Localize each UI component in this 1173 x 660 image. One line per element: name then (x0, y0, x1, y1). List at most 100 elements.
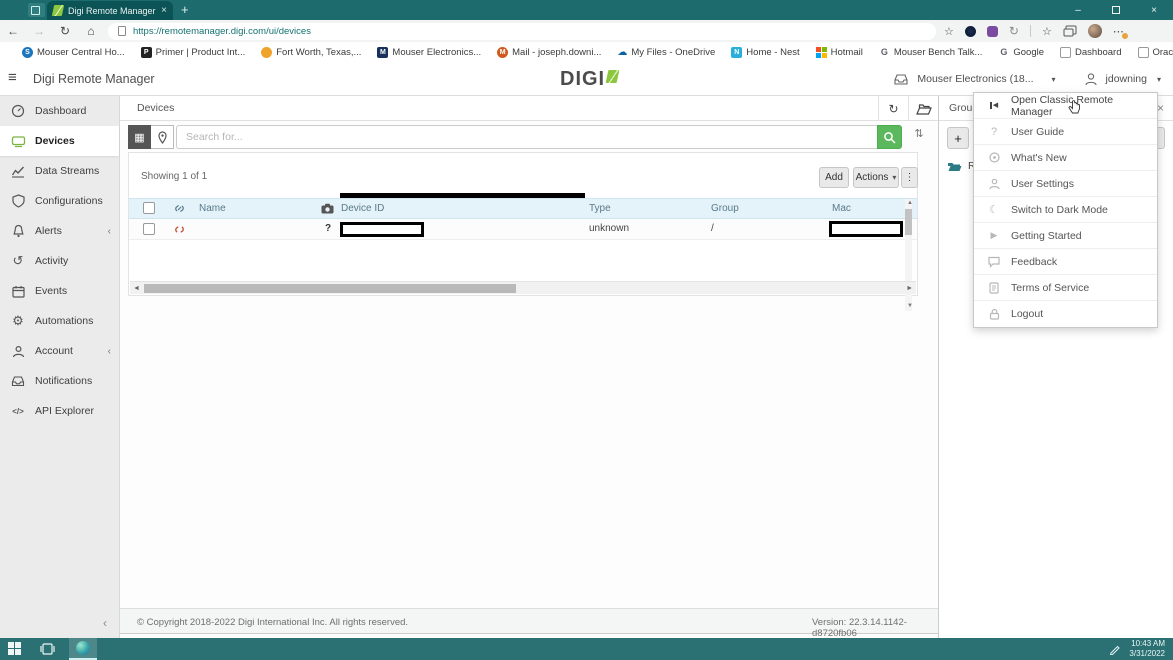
sidebar-item-configurations[interactable]: Configurations (0, 186, 119, 216)
header-right: Mouser Electronics (18...▾ jdowning▾ (893, 62, 1161, 96)
search-input[interactable] (176, 125, 877, 149)
more-options-button[interactable]: ⋮ (901, 167, 918, 188)
bookmark-item[interactable]: MMail - joseph.downi... (497, 47, 601, 58)
scroll-right-icon[interactable]: ► (906, 285, 913, 292)
taskbar-clock[interactable]: 10:43 AM 3/31/2022 (1129, 639, 1165, 659)
bookmark-item[interactable]: Hotmail (816, 47, 863, 58)
new-tab-button[interactable]: + (181, 2, 189, 17)
sidebar-item-data-streams[interactable]: Data Streams (0, 156, 119, 186)
extension-icon[interactable] (965, 26, 976, 37)
select-all-checkbox[interactable] (143, 202, 155, 214)
column-header-mac[interactable]: Mac (832, 203, 851, 214)
edge-taskbar-button[interactable] (69, 638, 97, 660)
sidebar-item-alerts[interactable]: Alerts ‹ (0, 216, 119, 246)
url-text: https://remotemanager.digi.com/ui/device… (133, 26, 311, 37)
sidebar-item-account[interactable]: Account ‹ (0, 336, 119, 366)
camera-column-icon (321, 203, 334, 217)
column-header-type[interactable]: Type (589, 203, 611, 214)
column-header-name[interactable]: Name (199, 203, 226, 214)
column-header-device-id[interactable]: Device ID (341, 203, 384, 214)
bookmark-item[interactable]: Dashboard (1060, 47, 1121, 58)
menu-item-dark-mode[interactable]: ☾ Switch to Dark Mode (974, 197, 1157, 223)
bookmark-favicon: M (377, 47, 388, 58)
scrollbar-thumb[interactable] (905, 209, 912, 235)
sidebar-item-api-explorer[interactable]: </> API Explorer (0, 396, 119, 426)
sort-filter-button[interactable]: ⇅ (908, 127, 930, 147)
address-bar[interactable]: https://remotemanager.digi.com/ui/device… (108, 23, 936, 40)
inbox-icon[interactable] (893, 72, 909, 86)
showing-count: Showing 1 of 1 (141, 171, 207, 182)
actions-button[interactable]: Actions▾ (853, 167, 899, 188)
refresh-devices-button[interactable]: ↻ (878, 96, 908, 121)
refresh-button[interactable]: ↻ (52, 24, 78, 38)
browser-tab[interactable]: Digi Remote Manager × (47, 1, 173, 20)
device-table-row[interactable]: ? unknown / (129, 219, 917, 240)
add-group-button[interactable]: + (947, 127, 969, 149)
add-button[interactable]: Add (819, 167, 849, 188)
maximize-button[interactable] (1097, 0, 1135, 20)
extension-icon[interactable] (987, 26, 998, 37)
org-selector[interactable]: Mouser Electronics (18...▾ (917, 73, 1055, 85)
devices-table-container: Showing 1 of 1 Add Actions▾ ⋮ Name Devic… (128, 152, 918, 296)
menu-item-user-settings[interactable]: User Settings (974, 171, 1157, 197)
bookmark-item[interactable]: PPrimer | Product Int... (141, 47, 246, 58)
map-view-button[interactable] (151, 125, 174, 149)
chevron-left-icon[interactable]: ‹ (108, 346, 111, 357)
browser-menu-button[interactable]: ⋯ (1113, 25, 1124, 38)
scroll-down-icon[interactable]: ▼ (907, 303, 913, 309)
start-button[interactable] (8, 642, 22, 656)
minimize-button[interactable]: – (1059, 0, 1097, 20)
sidebar-item-events[interactable]: Events (0, 276, 119, 306)
pen-icon[interactable] (1109, 643, 1121, 655)
tab-preview-icon[interactable] (28, 3, 45, 17)
site-permissions-icon[interactable]: ☆ (944, 25, 954, 38)
scroll-up-icon[interactable]: ▲ (907, 200, 913, 206)
menu-item-user-guide[interactable]: ? User Guide (974, 119, 1157, 145)
menu-item-getting-started[interactable]: ▶ Getting Started (974, 223, 1157, 249)
bookmark-item[interactable]: Fort Worth, Texas,... (261, 47, 361, 58)
groups-folder-button[interactable] (908, 96, 938, 121)
tab-close-icon[interactable]: × (161, 5, 167, 16)
menu-item-open-classic[interactable]: ◀ Open Classic Remote Manager (974, 93, 1157, 119)
menu-item-terms[interactable]: Terms of Service (974, 275, 1157, 301)
bookmark-item[interactable]: MMouser Electronics... (377, 47, 481, 58)
sidebar-item-notifications[interactable]: Notifications (0, 366, 119, 396)
task-view-button[interactable] (40, 643, 55, 655)
home-button[interactable]: ⌂ (78, 24, 104, 38)
link-column-icon (173, 202, 186, 218)
vertical-scrollbar[interactable] (905, 199, 912, 311)
hamburger-menu-icon[interactable]: ≡ (8, 69, 17, 86)
sidebar-item-automations[interactable]: ⚙ Automations (0, 306, 119, 336)
user-menu-button[interactable]: jdowning▾ (1106, 73, 1161, 85)
close-button[interactable]: × (1135, 0, 1173, 20)
bookmark-item[interactable]: GMouser Bench Talk... (879, 47, 983, 58)
cell-group: / (711, 223, 714, 234)
collections-icon[interactable] (1063, 25, 1077, 37)
menu-item-logout[interactable]: Logout (974, 301, 1157, 327)
scrollbar-thumb[interactable] (144, 284, 516, 293)
bookmark-item[interactable]: Oracle Content Mar... (1138, 47, 1173, 58)
close-groups-icon[interactable]: × (1157, 101, 1164, 115)
profile-avatar[interactable] (1088, 24, 1102, 38)
horizontal-scrollbar[interactable]: ◄ ► (130, 281, 916, 294)
sidebar-item-activity[interactable]: ↺ Activity (0, 246, 119, 276)
sidebar-collapse-button[interactable]: ‹ (103, 616, 107, 630)
search-button[interactable] (877, 125, 902, 149)
bookmark-item[interactable]: NHome - Nest (731, 47, 799, 58)
bookmark-item[interactable]: SMouser Central Ho... (22, 47, 125, 58)
extension-icon[interactable]: ↻ (1009, 24, 1019, 38)
column-header-group[interactable]: Group (711, 203, 739, 214)
row-checkbox[interactable] (143, 223, 155, 235)
scroll-left-icon[interactable]: ◄ (133, 285, 140, 292)
menu-item-feedback[interactable]: Feedback (974, 249, 1157, 275)
favorites-icon[interactable]: ☆ (1042, 25, 1052, 38)
menu-item-whats-new[interactable]: What's New (974, 145, 1157, 171)
list-view-button[interactable]: ▦ (128, 125, 151, 149)
bookmark-item[interactable]: GGoogle (998, 47, 1044, 58)
back-button[interactable]: ← (0, 24, 26, 38)
chevron-left-icon[interactable]: ‹ (108, 226, 111, 237)
sidebar-item-dashboard[interactable]: Dashboard (0, 96, 119, 126)
bookmark-item[interactable]: ☁My Files - OneDrive (617, 47, 715, 58)
sidebar-item-devices[interactable]: Devices (0, 126, 119, 156)
forward-button[interactable]: → (26, 24, 52, 38)
